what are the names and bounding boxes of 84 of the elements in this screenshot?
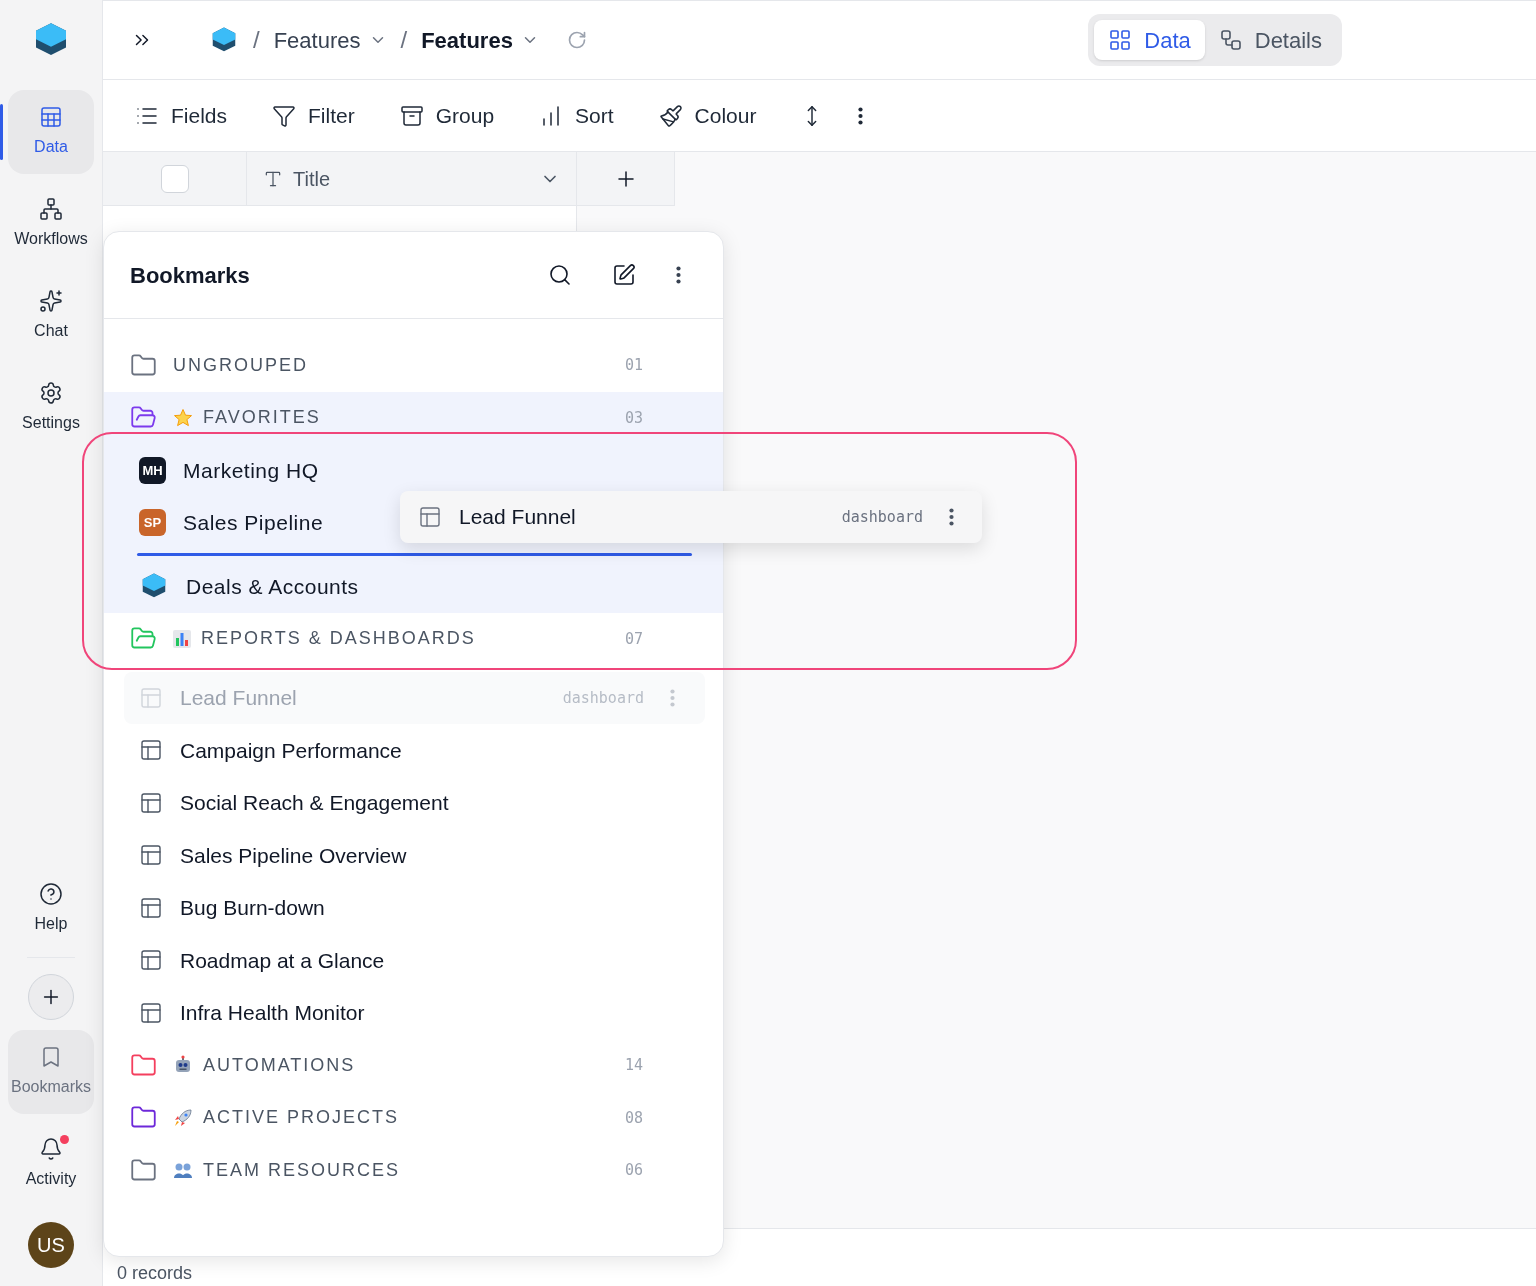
nodes-icon <box>1218 28 1243 52</box>
bell-icon <box>39 1137 63 1161</box>
people-icon <box>173 1161 193 1180</box>
layout-icon <box>139 948 163 973</box>
more-button[interactable] <box>858 106 864 125</box>
breadcrumb[interactable]: Features <box>421 23 539 57</box>
initials-avatar: MH <box>139 456 166 484</box>
bookmark-item[interactable]: Sales Pipeline Overview <box>139 829 407 882</box>
item-count: 03 <box>624 407 643 429</box>
toolbar-button[interactable]: Sort <box>539 99 614 132</box>
sidebar-item[interactable]: Activity <box>8 1122 94 1206</box>
sparkle-icon <box>39 289 63 313</box>
paintbrush-icon <box>658 103 683 128</box>
add-button[interactable] <box>28 974 74 1020</box>
toolbar-button[interactable]: Fields <box>135 99 228 132</box>
more-icon <box>670 689 675 707</box>
sidebar-item[interactable]: Chat <box>8 274 94 358</box>
layout-icon <box>139 738 163 763</box>
item-type: dashboard <box>841 506 923 528</box>
item-count: 01 <box>624 355 643 376</box>
sidebar-item[interactable]: Bookmarks <box>8 1030 94 1114</box>
toolbar-button[interactable]: Group <box>399 99 495 132</box>
toolbar-button[interactable]: Colour <box>658 99 757 132</box>
star-icon <box>173 407 193 428</box>
refresh-icon <box>566 30 587 50</box>
pen-square-icon <box>612 263 636 287</box>
bar-chart-icon <box>173 629 191 648</box>
help-icon <box>39 882 63 906</box>
sidebar-item[interactable]: Workflows <box>8 182 94 266</box>
column-header[interactable]: Title <box>247 152 577 206</box>
sidebar-item[interactable]: Help <box>8 867 94 951</box>
checkbox[interactable] <box>160 164 189 193</box>
panel-title: Bookmarks <box>130 261 251 290</box>
edit-button[interactable] <box>612 263 636 287</box>
bookmark-item[interactable]: SP Sales Pipeline <box>139 496 324 549</box>
more-button[interactable] <box>676 266 681 284</box>
table-icon <box>39 105 63 129</box>
breadcrumb-separator: / <box>400 25 408 55</box>
folder-row[interactable]: ACTIVE PROJECTS 08 <box>104 1091 723 1144</box>
user-avatar[interactable]: US <box>28 1222 74 1268</box>
item-count: 06 <box>624 1160 643 1181</box>
preview-title: Lead Funnel <box>459 504 577 531</box>
search-button[interactable] <box>548 263 572 287</box>
bookmark-item[interactable]: Roadmap at a Glance <box>139 934 385 987</box>
breadcrumb[interactable]: Features <box>273 23 387 57</box>
folder-row[interactable]: REPORTS & DASHBOARDS 07 <box>104 612 723 665</box>
more-icon <box>949 508 954 526</box>
filter-icon <box>272 103 297 128</box>
sidebar-item[interactable]: Settings <box>8 366 94 450</box>
initials-avatar: SP <box>139 509 166 537</box>
folder-row[interactable]: FAVORITES 03 <box>104 391 723 444</box>
bookmark-item[interactable]: Bug Burn-down <box>139 881 325 934</box>
more-icon <box>676 266 681 284</box>
workflow-icon <box>39 197 63 221</box>
archive-icon <box>399 103 424 128</box>
view-tab[interactable]: Data <box>1094 20 1205 60</box>
rocket-icon <box>173 1107 193 1128</box>
bookmark-item[interactable]: Deals & Accounts <box>139 560 359 613</box>
layout-icon <box>139 1000 163 1025</box>
layout-icon <box>139 895 163 920</box>
item-count: 07 <box>624 628 643 650</box>
search-icon <box>548 263 572 287</box>
breadcrumb-separator: / <box>253 25 260 55</box>
more-icon <box>858 106 864 125</box>
bookmark-item[interactable]: Campaign Performance <box>139 724 402 777</box>
bookmark-item[interactable]: Infra Health Monitor <box>139 986 365 1039</box>
item-count: 14 <box>624 1055 643 1076</box>
toolbar-button[interactable]: Filter <box>272 99 355 132</box>
layout-icon <box>418 505 442 529</box>
layout-icon <box>139 843 163 868</box>
item-type: dashboard <box>562 687 644 709</box>
layout-icon <box>139 790 163 815</box>
sidebar-item[interactable]: Data <box>8 90 94 174</box>
grid-icon <box>1108 28 1133 52</box>
item-count: 08 <box>624 1107 643 1129</box>
bookmark-item[interactable]: Social Reach & Engagement <box>139 776 449 829</box>
record-count: 0 records <box>117 1262 193 1284</box>
settings-icon <box>39 381 63 405</box>
view-tab[interactable]: Details <box>1204 20 1336 60</box>
folder-row[interactable]: AUTOMATIONS 14 <box>104 1039 723 1092</box>
folder-row[interactable]: UNGROUPED 01 <box>104 339 723 392</box>
bookmark-item[interactable]: MH Marketing HQ <box>139 444 319 497</box>
layout-icon <box>139 686 163 710</box>
folder-row[interactable]: TEAM RESOURCES 06 <box>104 1144 723 1197</box>
